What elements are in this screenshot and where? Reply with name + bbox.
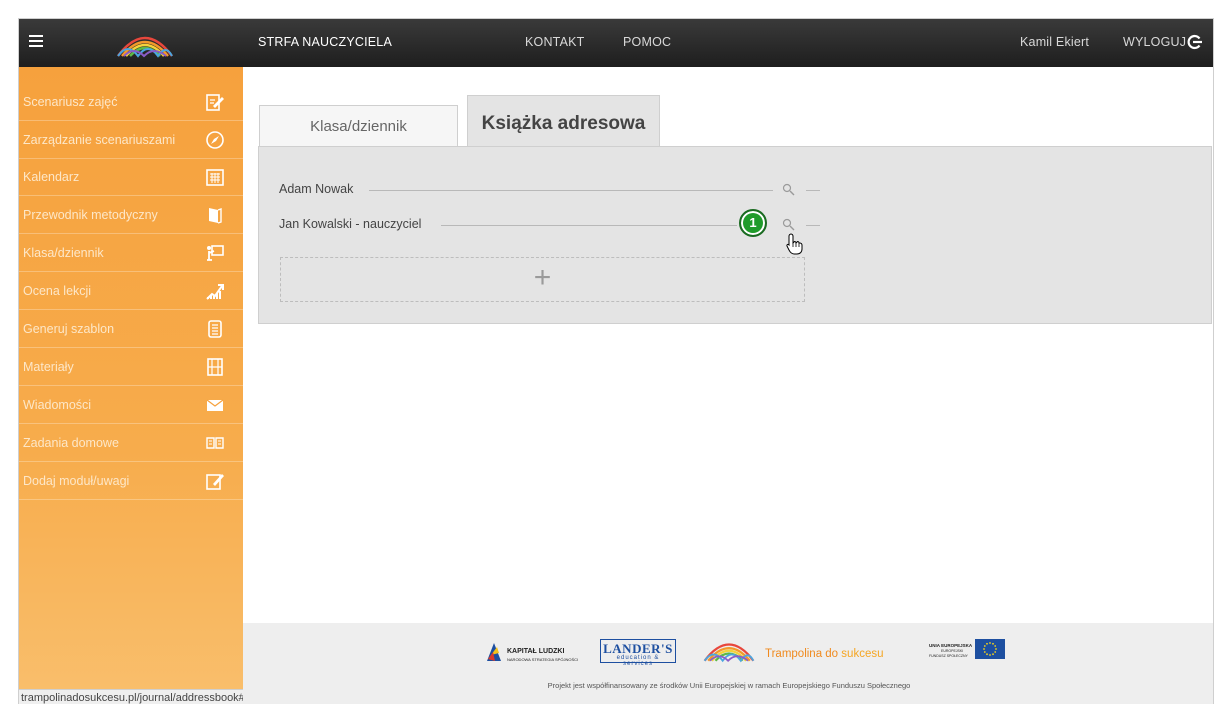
trampolina-text-part2: sukcesu <box>841 648 884 660</box>
contact-link[interactable]: KONTAKT <box>525 35 585 49</box>
hamburger-menu-icon[interactable] <box>29 35 43 49</box>
landers-logo: LANDER'S education & services <box>600 639 676 667</box>
eu-flag-icon <box>975 639 1005 659</box>
contact-name[interactable]: Jan Kowalski - nauczyciel <box>279 217 421 231</box>
contact-tail <box>806 225 820 226</box>
book-icon <box>209 208 222 224</box>
sidebar-item-label: Generuj szablon <box>23 322 115 336</box>
sidebar-item-class-journal[interactable]: Klasa/dziennik <box>19 235 243 272</box>
landers-title: LANDER'S <box>603 641 673 656</box>
tab-label: Klasa/dziennik <box>310 118 407 135</box>
cofinancing-note: Projekt jest współfinansowany ze środków… <box>547 681 911 690</box>
browser-status-url: trampolinadosukcesu.pl/journal/addressbo… <box>19 689 257 704</box>
sidebar-item-label: Klasa/dziennik <box>23 246 104 260</box>
pencil-note-icon <box>206 94 224 111</box>
contact-row[interactable]: Adam Nowak <box>279 182 820 200</box>
help-link[interactable]: POMOC <box>623 35 671 49</box>
trampolina-text-part1: Trampolina do <box>765 648 839 660</box>
contact-row[interactable]: Jan Kowalski - nauczyciel 1 <box>279 209 820 237</box>
landers-subtitle: education & services <box>616 655 660 667</box>
eu-subtitle-1: EUROPEJSKI <box>941 649 964 653</box>
sidebar-item-lesson-rating[interactable]: Ocena lekcji <box>19 273 243 310</box>
trampolina-logo-text: Trampolina do sukcesu <box>765 648 883 660</box>
logout-link[interactable]: WYLOGUJ <box>1123 35 1186 49</box>
sidebar-item-scenario-management[interactable]: Zarządzanie scenariuszami <box>19 122 243 159</box>
eu-title: UNIA EUROPEJSKA <box>929 643 973 648</box>
kapital-ludzki-logo-icon <box>487 643 501 661</box>
search-icon[interactable] <box>782 218 796 232</box>
user-name[interactable]: Kamil Ekiert <box>1020 35 1089 49</box>
teacher-zone-link[interactable]: STRFA NAUCZYCIELA <box>258 35 392 49</box>
sidebar-item-label: Ocena lekcji <box>23 284 92 298</box>
sidebar-menu: Scenariusz zajęć Zarządzanie scenariusza… <box>19 67 243 704</box>
top-navigation-bar: STRFA NAUCZYCIELA KONTAKT POMOC Kamil Ek… <box>19 19 1213 67</box>
sidebar-item-calendar[interactable]: Kalendarz <box>19 159 243 196</box>
sidebar-item-label: Kalendarz <box>23 170 80 184</box>
trampolina-rainbow-logo-icon <box>703 643 755 663</box>
chart-up-icon <box>206 284 224 300</box>
contact-name[interactable]: Adam Nowak <box>279 182 353 196</box>
sidebar-item-label: Zarządzanie scenariuszami <box>23 133 176 147</box>
calendar-icon <box>206 169 224 186</box>
sidebar-item-generate-template[interactable]: Generuj szablon <box>19 311 243 348</box>
sidebar-item-label: Dodaj moduł/uwagi <box>23 474 130 488</box>
whiteboard-icon <box>207 245 224 261</box>
logout-icon[interactable] <box>1187 34 1203 50</box>
envelope-icon <box>206 399 224 411</box>
browser-viewport: STRFA NAUCZYCIELA KONTAKT POMOC Kamil Ek… <box>18 18 1214 704</box>
sidebar-item-label: Przewodnik metodyczny <box>23 208 158 222</box>
sidebar-item-method-guide[interactable]: Przewodnik metodyczny <box>19 197 243 234</box>
add-contact-button[interactable]: + <box>280 257 805 302</box>
tab-class-journal[interactable]: Klasa/dziennik <box>259 105 458 147</box>
tab-label: Książka adresowa <box>481 113 646 134</box>
contact-tail <box>806 190 820 191</box>
edit-note-icon <box>206 474 224 490</box>
eu-subtitle-2: FUNDUSZ SPOŁECZNY <box>929 654 968 658</box>
kapital-ludzki-subtitle: NARODOWA STRATEGIA SPÓJNOŚCI <box>507 657 579 662</box>
kapital-ludzki-title: KAPITAŁ LUDZKI <box>507 648 565 655</box>
hand-cursor-icon <box>786 233 803 255</box>
film-icon <box>207 358 223 376</box>
contact-separator <box>369 190 773 191</box>
plus-icon: + <box>533 261 552 294</box>
sidebar-item-label: Wiadomości <box>23 398 92 412</box>
sidebar-item-add-module[interactable]: Dodaj moduł/uwagi <box>19 463 243 500</box>
address-book-panel: Adam Nowak Jan Kowalski - nauczyciel 1 + <box>258 146 1212 324</box>
sidebar-item-materials[interactable]: Materiały <box>19 349 243 386</box>
sidebar-item-lesson-scenario[interactable]: Scenariusz zajęć <box>19 84 243 121</box>
page-footer: KAPITAŁ LUDZKI NARODOWA STRATEGIA SPÓJNO… <box>243 623 1213 704</box>
open-book-icon <box>206 437 224 449</box>
rainbow-logo-icon[interactable] <box>114 28 176 58</box>
template-icon <box>208 320 222 338</box>
search-icon[interactable] <box>782 183 796 197</box>
sidebar-item-messages[interactable]: Wiadomości <box>19 387 243 424</box>
contact-separator <box>441 225 737 226</box>
unread-count-badge[interactable]: 1 <box>739 209 767 237</box>
compass-icon <box>206 131 224 149</box>
sidebar-item-label: Scenariusz zajęć <box>23 95 118 109</box>
tab-address-book[interactable]: Książka adresowa <box>467 95 660 147</box>
app-window: STRFA NAUCZYCIELA KONTAKT POMOC Kamil Ek… <box>0 0 1227 704</box>
sidebar-item-homework[interactable]: Zadania domowe <box>19 425 243 462</box>
sidebar-item-label: Zadania domowe <box>23 436 119 450</box>
sidebar-item-label: Materiały <box>23 360 74 374</box>
